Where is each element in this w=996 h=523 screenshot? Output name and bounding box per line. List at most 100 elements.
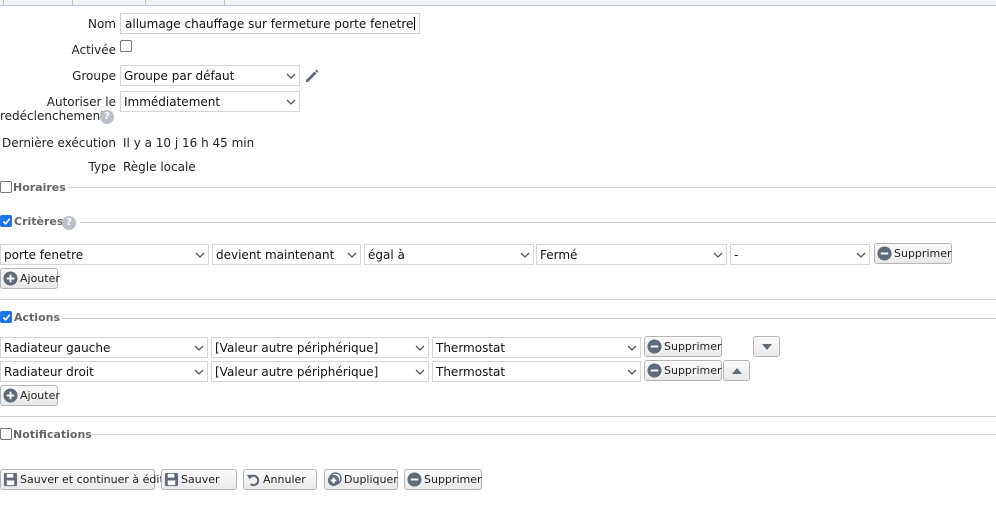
critere-extra-value: -: [734, 247, 739, 262]
horaires-checkbox[interactable]: [0, 181, 12, 193]
chevron-down-icon: [624, 362, 640, 381]
critere-add-button[interactable]: Ajouter: [0, 268, 60, 289]
chevron-down-icon: [283, 66, 299, 85]
save-button[interactable]: Sauver: [161, 469, 237, 490]
chevron-down-icon: [192, 245, 208, 264]
plus-circle-icon: [3, 388, 18, 403]
activee-checkbox[interactable]: [120, 40, 132, 52]
cancel-label: Annuler: [263, 473, 306, 486]
action-add-button[interactable]: Ajouter: [0, 385, 60, 406]
edit-group-pencil-icon[interactable]: [304, 68, 320, 84]
activee-label: Activée: [71, 43, 116, 57]
chevron-down-icon: [624, 338, 640, 357]
text-caret: [414, 17, 415, 30]
section-divider: [68, 187, 996, 188]
groupe-label: Groupe: [72, 69, 116, 83]
critere-operator-select[interactable]: devient maintenant: [212, 244, 361, 265]
minus-circle-icon: [877, 246, 892, 261]
chevron-down-icon: [412, 338, 428, 357]
delete-button[interactable]: Supprimer: [404, 469, 482, 490]
critere-comparison-value: égal à: [368, 247, 405, 262]
chevron-down-icon: [344, 245, 360, 264]
duplicate-button[interactable]: Dupliquer: [324, 469, 398, 490]
action-source-value: Thermostat: [436, 340, 506, 355]
section-divider: [92, 434, 996, 435]
delete-label: Supprimer: [424, 473, 482, 486]
section-divider: [80, 222, 996, 223]
critere-delete-button[interactable]: Supprimer: [874, 243, 952, 264]
action-add-label: Ajouter: [20, 389, 60, 402]
save-continue-button[interactable]: Sauver et continuer à éditer: [0, 469, 175, 490]
action-type-select[interactable]: [Valeur autre périphérique]: [211, 361, 429, 382]
move-up-button[interactable]: [723, 360, 750, 381]
notifications-checkbox[interactable]: [0, 428, 12, 440]
chevron-down-icon: [412, 362, 428, 381]
action-type-value: [Valeur autre périphérique]: [215, 340, 379, 355]
section-divider: [0, 416, 996, 417]
critere-operator-value: devient maintenant: [216, 247, 335, 262]
triangle-up-icon: [731, 367, 742, 374]
tab-edge[interactable]: [3, 0, 73, 5]
duplicate-label: Dupliquer: [344, 473, 398, 486]
cancel-button[interactable]: Annuler: [243, 469, 317, 490]
critere-comparison-select[interactable]: égal à: [364, 244, 534, 265]
minus-circle-icon: [647, 339, 662, 354]
floppy-disk-icon: [164, 472, 179, 487]
help-icon[interactable]: ?: [100, 110, 114, 124]
autoriser-select[interactable]: Immédiatement: [120, 91, 300, 112]
save-continue-label: Sauver et continuer à éditer: [20, 473, 176, 486]
critere-extra-select[interactable]: -: [730, 244, 870, 265]
plus-circle-icon: [3, 271, 18, 286]
action-delete-button[interactable]: Supprimer: [644, 360, 722, 381]
undo-icon: [246, 474, 260, 487]
action-device-select[interactable]: Radiateur gauche: [0, 337, 208, 358]
critere-delete-label: Supprimer: [894, 247, 952, 260]
action-type-select[interactable]: [Valeur autre périphérique]: [211, 337, 429, 358]
floppy-disk-icon: [3, 472, 18, 487]
chevron-down-icon: [710, 245, 726, 264]
help-icon[interactable]: ?: [62, 216, 76, 230]
move-down-button[interactable]: [753, 336, 780, 357]
groupe-select[interactable]: Groupe par défaut: [120, 65, 300, 86]
type-value: Règle locale: [123, 160, 196, 174]
action-delete-button[interactable]: Supprimer: [644, 336, 722, 357]
critere-device-select[interactable]: porte fenetre: [0, 244, 209, 265]
section-divider: [62, 318, 996, 319]
nom-input[interactable]: allumage chauffage sur fermeture porte f…: [120, 13, 420, 34]
chevron-down-icon: [517, 245, 533, 264]
critere-add-label: Ajouter: [20, 272, 60, 285]
critere-value-value: Fermé: [540, 247, 578, 262]
triangle-down-icon: [761, 343, 772, 350]
action-type-value: [Valeur autre périphérique]: [215, 364, 379, 379]
minus-circle-icon: [407, 472, 422, 487]
action-device-select[interactable]: Radiateur droit: [0, 361, 208, 382]
notifications-section-title: Notifications: [13, 428, 92, 441]
chevron-down-icon: [283, 92, 299, 111]
derniere-execution-value: Il y a 10 j 16 h 45 min: [123, 136, 255, 150]
duplicate-icon: [327, 472, 342, 487]
criteres-section-title: Critères: [14, 215, 64, 228]
tab-edge[interactable]: [145, 0, 225, 5]
derniere-execution-label: Dernière exécution: [1, 136, 116, 150]
action-delete-label: Supprimer: [664, 340, 722, 353]
nom-input-value: allumage chauffage sur fermeture porte f…: [125, 16, 414, 31]
critere-device-value: porte fenetre: [4, 247, 84, 262]
action-source-select[interactable]: Thermostat: [432, 361, 641, 382]
action-source-value: Thermostat: [436, 364, 506, 379]
chevron-down-icon: [853, 245, 869, 264]
section-divider: [0, 299, 996, 300]
criteres-checkbox[interactable]: [0, 215, 12, 227]
action-device-value: Radiateur gauche: [4, 340, 111, 355]
action-delete-label: Supprimer: [664, 364, 722, 377]
groupe-select-value: Groupe par défaut: [124, 68, 235, 83]
type-label: Type: [88, 160, 116, 174]
actions-checkbox[interactable]: [0, 311, 12, 323]
chevron-down-icon: [191, 362, 207, 381]
critere-value-select[interactable]: Fermé: [536, 244, 727, 265]
autoriser-select-value: Immédiatement: [124, 94, 221, 109]
actions-section-title: Actions: [14, 311, 60, 324]
action-source-select[interactable]: Thermostat: [432, 337, 641, 358]
chevron-down-icon: [191, 338, 207, 357]
save-label: Sauver: [181, 473, 220, 486]
minus-circle-icon: [647, 363, 662, 378]
